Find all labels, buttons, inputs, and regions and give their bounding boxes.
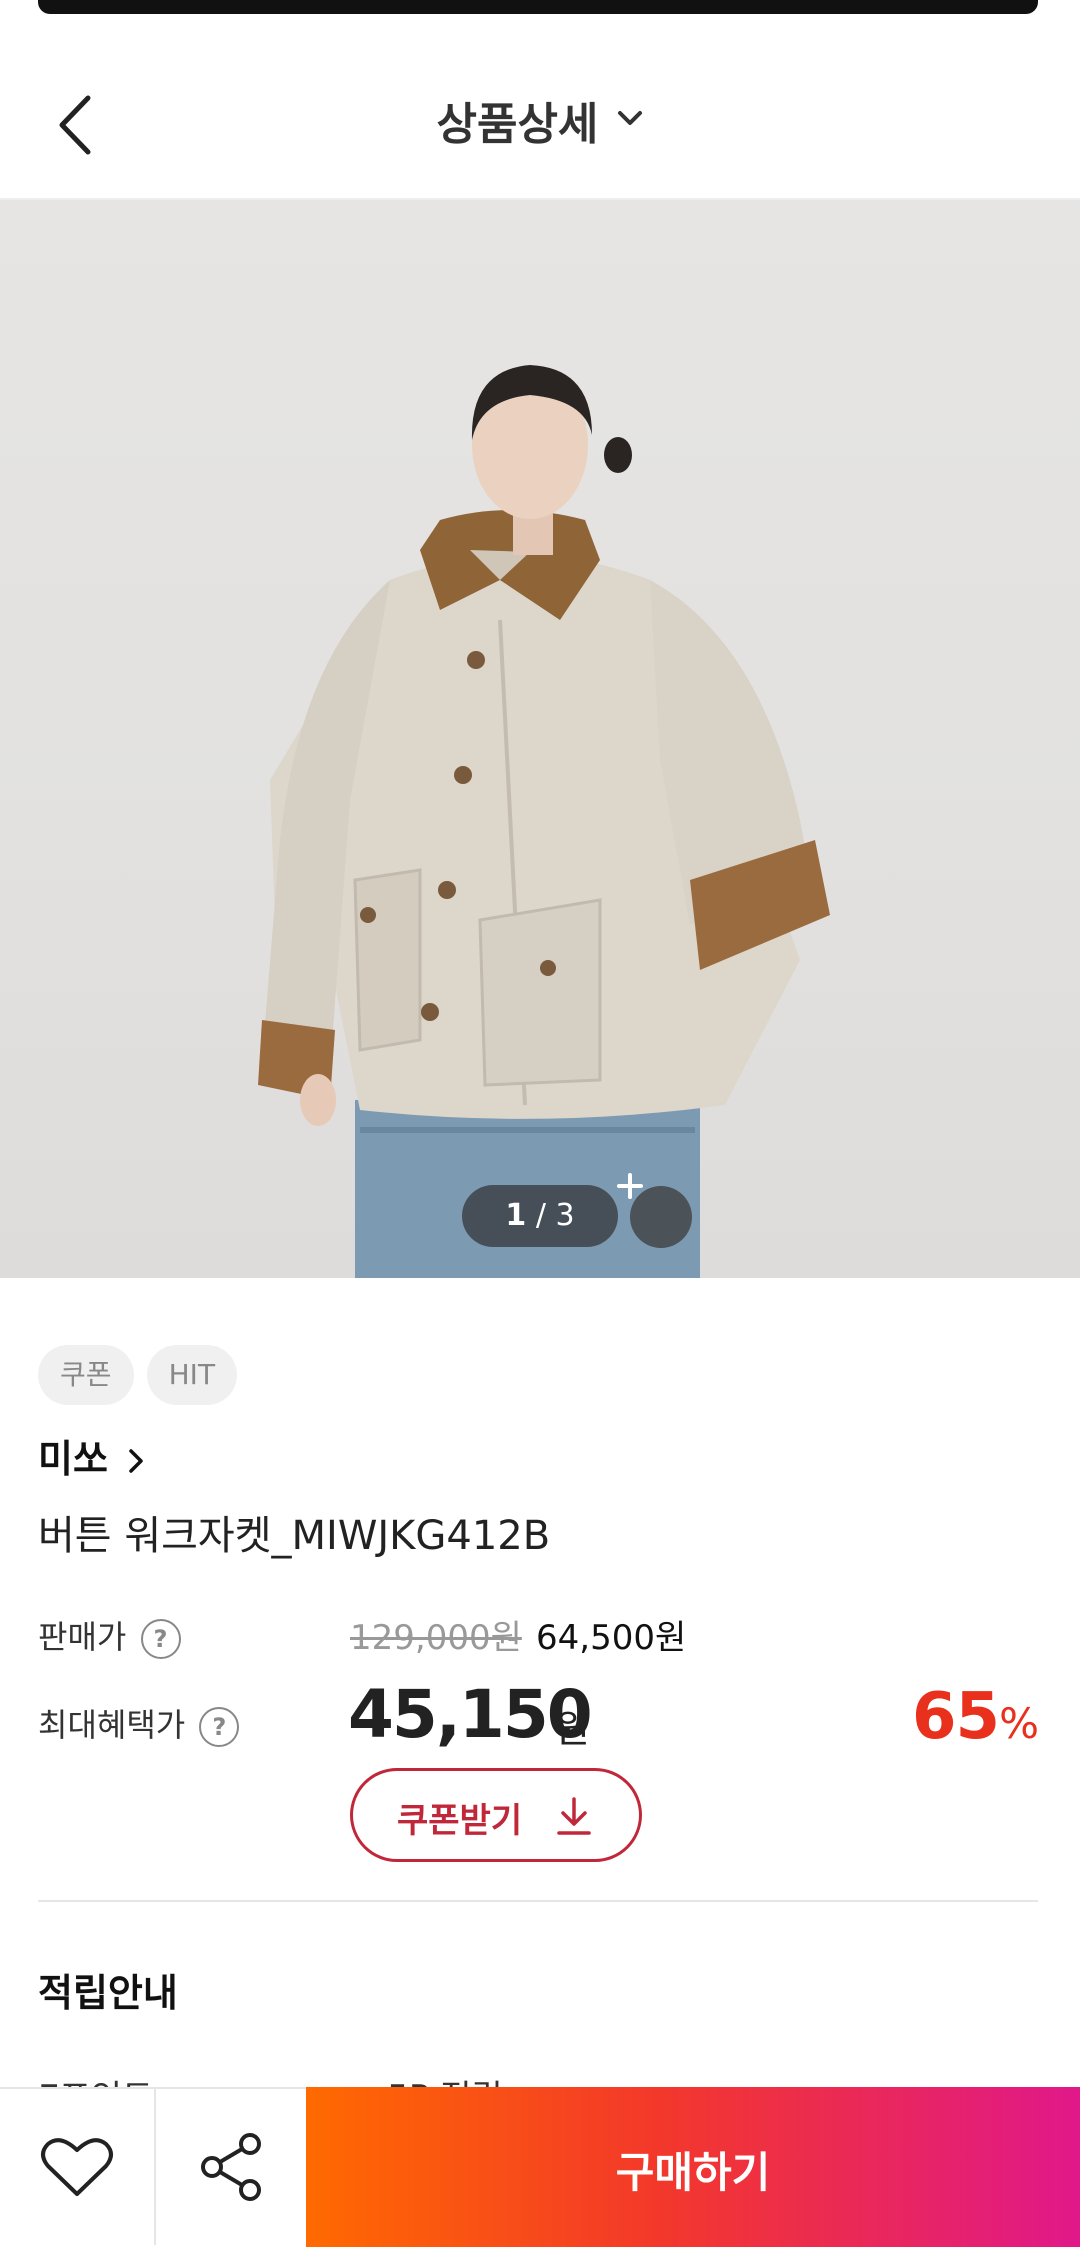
pager-separator: / <box>535 1198 546 1233</box>
bottom-action-bar: 구매하기 <box>0 2087 1080 2247</box>
product-image-gallery[interactable]: 1 / 3 <box>0 200 1080 1278</box>
brand-name: 미쏘 <box>38 1437 108 1481</box>
sale-price-label: 판매가 <box>38 1618 127 1656</box>
wishlist-button[interactable] <box>0 2089 156 2245</box>
coupon-button-label: 쿠폰받기 <box>397 1801 523 1841</box>
chevron-right-icon <box>127 1440 145 1484</box>
question-icon[interactable]: ? <box>140 1619 181 1659</box>
gallery-pager: 1 / 3 <box>462 1185 618 1247</box>
share-icon <box>201 2133 261 2201</box>
page-title: 상품상세 <box>436 99 599 150</box>
product-photo <box>258 365 830 1278</box>
coupon-badge: 쿠폰 <box>38 1345 134 1405</box>
pager-current: 1 <box>505 1198 527 1233</box>
device-top-edge <box>38 0 1038 14</box>
buy-button-label: 구매하기 <box>615 2148 771 2197</box>
top-header: 상품상세 <box>0 60 1080 200</box>
download-icon <box>557 1797 591 1835</box>
sale-price-label-row: 판매가 ? <box>38 1612 181 1659</box>
badge-list: 쿠폰 HIT <box>38 1345 245 1405</box>
question-icon[interactable]: ? <box>199 1707 240 1747</box>
benefit-price-label-row: 최대혜택가 ? <box>38 1700 240 1747</box>
plus-icon <box>617 1173 643 1199</box>
pager-total: 3 <box>555 1198 575 1233</box>
share-button[interactable] <box>156 2089 308 2245</box>
original-price: 129,000원 <box>350 1618 522 1658</box>
buy-button[interactable]: 구매하기 <box>306 2087 1080 2247</box>
title-dropdown[interactable]: 상품상세 <box>0 88 1080 152</box>
discount-rate: 65% <box>912 1680 1039 1754</box>
brand-link[interactable]: 미쏘 <box>38 1428 145 1484</box>
chevron-down-icon <box>616 108 644 132</box>
coupon-download-button[interactable]: 쿠폰받기 <box>350 1768 642 1862</box>
heart-icon <box>41 2138 113 2196</box>
section-divider <box>38 1900 1038 1902</box>
benefit-price-label: 최대혜택가 <box>38 1706 186 1744</box>
product-name: 버튼 워크자켓_MIWJKG412B <box>38 1513 551 1559</box>
points-section-title: 적립안내 <box>38 1971 178 2015</box>
sale-price: 64,500원 <box>536 1618 687 1658</box>
zoom-button[interactable] <box>617 1173 692 1248</box>
discount-unit: % <box>999 1699 1039 1748</box>
benefit-price-unit: 원 <box>555 1707 590 1751</box>
discount-value: 65 <box>912 1680 1000 1754</box>
hit-badge: HIT <box>146 1345 238 1405</box>
